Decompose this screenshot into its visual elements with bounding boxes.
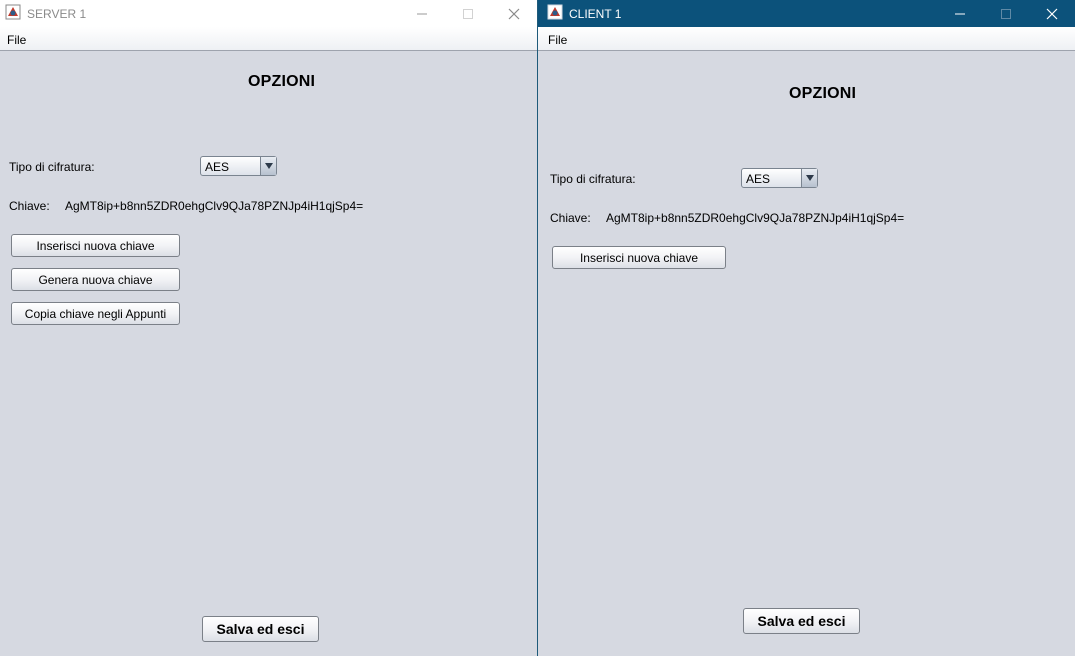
save-and-exit-button[interactable]: Salva ed esci [202, 616, 319, 642]
insert-new-key-button[interactable]: Inserisci nuova chiave [552, 246, 726, 269]
cipher-type-value: AES [205, 160, 230, 174]
maximize-icon[interactable] [983, 0, 1029, 27]
maximize-icon[interactable] [445, 0, 491, 27]
close-icon[interactable] [1029, 0, 1075, 27]
generate-new-key-button[interactable]: Genera nuova chiave [11, 268, 180, 291]
close-icon[interactable] [491, 0, 537, 27]
minimize-icon[interactable] [937, 0, 983, 27]
menu-file[interactable]: File [7, 33, 26, 47]
menu-file[interactable]: File [548, 33, 567, 47]
dropdown-arrow-icon[interactable] [801, 169, 817, 187]
java-app-icon[interactable] [538, 4, 569, 23]
dropdown-arrow-icon[interactable] [260, 157, 276, 175]
java-app-icon[interactable] [0, 4, 27, 23]
cipher-type-value: AES [746, 172, 771, 186]
key-label: Chiave: [550, 211, 591, 225]
server-window: SERVER 1 File OPZIONI Tipo di cifratura:… [0, 0, 537, 656]
server-menubar: File [0, 27, 537, 51]
cipher-type-select[interactable]: AES [741, 168, 818, 188]
key-value: AgMT8ip+b8nn5ZDR0ehgClv9QJa78PZNJp4iH1qj… [606, 211, 905, 225]
key-label: Chiave: [9, 199, 50, 213]
page-title: OPZIONI [248, 73, 316, 90]
cipher-type-label: Tipo di cifratura: [550, 172, 636, 186]
server-window-title: SERVER 1 [27, 6, 87, 21]
insert-new-key-button[interactable]: Inserisci nuova chiave [11, 234, 180, 257]
cipher-type-label: Tipo di cifratura: [9, 160, 95, 174]
minimize-icon[interactable] [399, 0, 445, 27]
server-titlebar[interactable]: SERVER 1 [0, 0, 537, 27]
client-window-title: CLIENT 1 [569, 6, 622, 21]
cipher-type-select[interactable]: AES [200, 156, 277, 176]
key-value: AgMT8ip+b8nn5ZDR0ehgClv9QJa78PZNJp4iH1qj… [65, 199, 364, 213]
client-menubar: File [538, 27, 1075, 51]
page-title: OPZIONI [789, 85, 857, 102]
client-window: CLIENT 1 File OPZIONI Tipo di cifratura:… [537, 0, 1075, 656]
save-and-exit-button[interactable]: Salva ed esci [743, 608, 860, 634]
client-titlebar[interactable]: CLIENT 1 [538, 0, 1075, 27]
copy-key-clipboard-button[interactable]: Copia chiave negli Appunti [11, 302, 180, 325]
